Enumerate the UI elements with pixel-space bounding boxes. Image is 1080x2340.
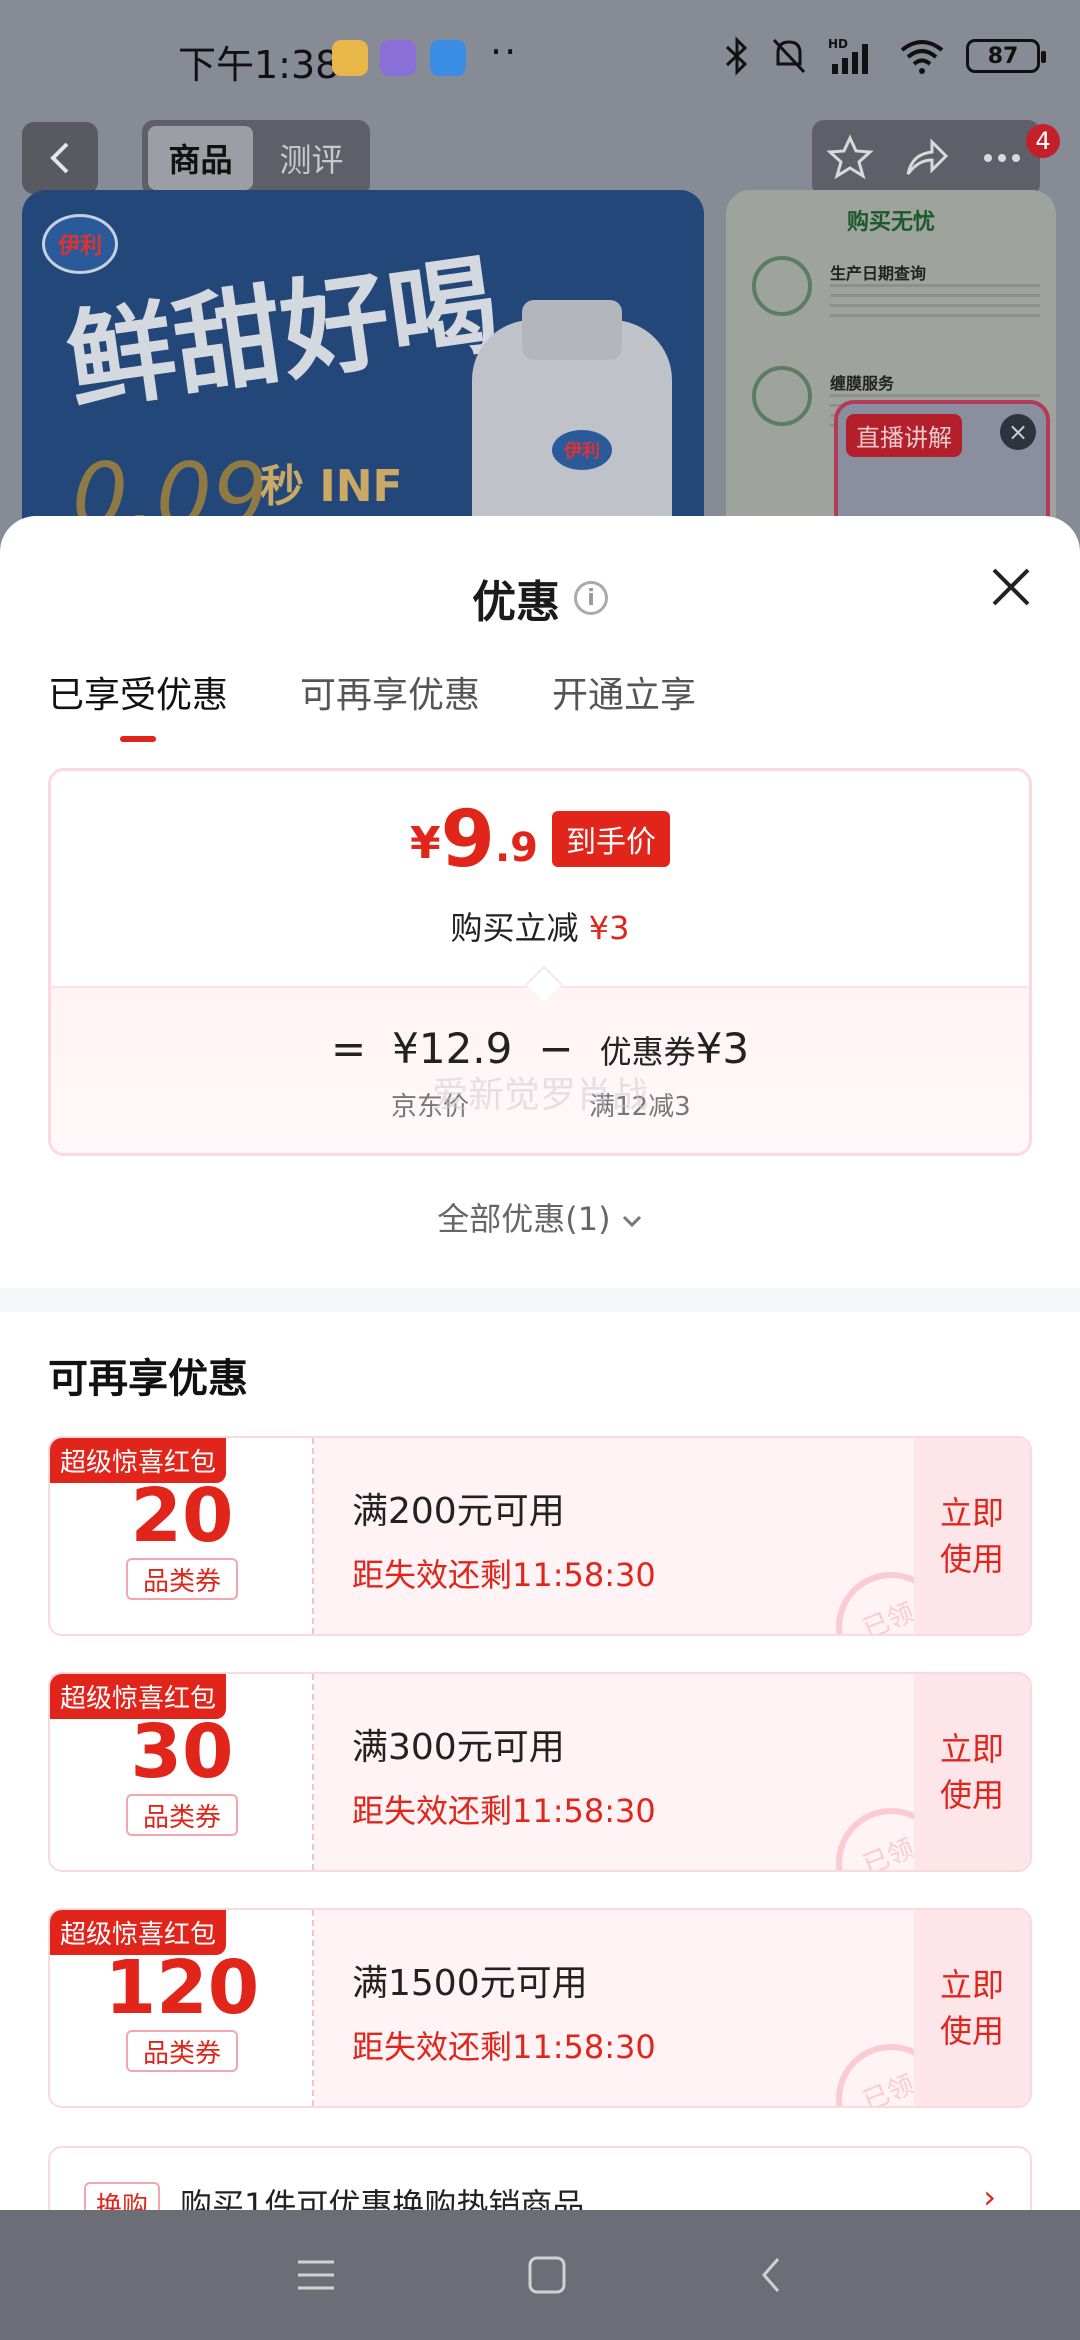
coupon-condition: 满1500元可用	[352, 1963, 588, 2004]
tab-more-discounts[interactable]: 可再享优惠	[300, 666, 480, 742]
coupon-card[interactable]: 超级惊喜红包 120 品类券 满1500元可用 距失效还剩11:58:30 已领…	[48, 1908, 1032, 2108]
coupon-value-panel: 超级惊喜红包 30 品类券	[50, 1674, 314, 1870]
all-offers-label: 全部优惠(1)	[437, 1200, 611, 1238]
back-icon[interactable]	[758, 2255, 784, 2295]
status-more-dots: ··	[490, 30, 519, 74]
use-now-label: 立即使用	[939, 1729, 1004, 1814]
service-item-title: 生产日期查询	[830, 264, 927, 283]
final-price: ¥ 9 .9 到手价	[51, 801, 1029, 879]
bottle-cap	[522, 300, 622, 360]
service-item: 生产日期查询	[752, 256, 1042, 346]
banner-slogan: 鲜甜好喝	[59, 241, 505, 427]
brand-logo: 伊利	[42, 214, 118, 274]
back-button[interactable]	[22, 122, 98, 194]
discount-sheet: 优惠 i 已享受优惠 可再享优惠 开通立享 ¥ 9 .9 到手价 购买立减 ¥3…	[0, 516, 1080, 2210]
service-item-desc	[830, 284, 1040, 320]
video-app-icon	[380, 40, 416, 76]
coupon-amount: 30	[130, 1709, 234, 1795]
tab-review[interactable]: 测评	[259, 126, 364, 190]
coupon-card[interactable]: 超级惊喜红包 20 品类券 满200元可用 距失效还剩11:58:30 已领 立…	[48, 1436, 1032, 1636]
use-now-button[interactable]: 立即使用	[914, 1674, 1030, 1870]
use-now-button[interactable]: 立即使用	[914, 1438, 1030, 1634]
coupon-condition: 满200元可用	[352, 1491, 565, 1532]
close-icon[interactable]	[990, 566, 1032, 608]
service-item-title: 缠膜服务	[830, 374, 895, 393]
chevron-right-icon: ›	[983, 2178, 996, 2210]
discount-amount: ¥3	[588, 909, 630, 947]
bottle-brand-logo: 伊利	[552, 430, 612, 470]
hd-signal-icon: HD	[828, 37, 868, 74]
coupon-card[interactable]: 超级惊喜红包 30 品类券 满300元可用 距失效还剩11:58:30 已领 立…	[48, 1672, 1032, 1872]
battery-icon: 87	[966, 39, 1046, 73]
price-currency: ¥	[410, 818, 441, 869]
price-summary: ¥ 9 .9 到手价 购买立减 ¥3	[51, 771, 1029, 986]
coupon-timer: 距失效还剩11:58:30	[352, 1556, 656, 1594]
message-badge: 4	[1026, 124, 1060, 158]
blue-app-icon	[430, 40, 466, 76]
system-nav-bar	[0, 2210, 1080, 2340]
more-icon[interactable]	[978, 134, 1026, 182]
live-tag: 直播讲解	[846, 414, 962, 457]
final-price-tag: 到手价	[551, 811, 670, 867]
share-icon[interactable]	[902, 134, 950, 182]
status-time: 下午1:38	[178, 43, 340, 87]
chevron-left-icon	[50, 142, 69, 174]
menu-icon[interactable]	[296, 2258, 336, 2292]
discount-label: 购买立减	[450, 909, 579, 947]
coupon-amount: 20	[130, 1473, 234, 1559]
final-price-card: ¥ 9 .9 到手价 购买立减 ¥3 = ¥12.9 − 优惠券¥3 京东价 满…	[48, 768, 1032, 1156]
coupon-timer: 距失效还剩11:58:30	[352, 2028, 656, 2066]
status-bar: 下午1:38 ·· HD 87	[0, 0, 1080, 120]
banner-inf: 秒 INF	[260, 461, 403, 512]
close-icon[interactable]: ×	[1000, 414, 1036, 450]
weibo-icon	[332, 40, 368, 76]
product-actions	[812, 120, 1040, 196]
coupon-type: 品类券	[126, 1558, 238, 1600]
coupon-type: 品类券	[126, 2030, 238, 2072]
price-breakdown: = ¥12.9 − 优惠券¥3 京东价 满12减3 爱新觉罗肖战	[51, 986, 1029, 1153]
watermark: 爱新觉罗肖战	[431, 1075, 648, 1116]
product-tabs: 商品 测评	[142, 120, 370, 196]
product-page-background: 下午1:38 ·· HD 87 商品 测评 4 伊利 鲜甜好喝 0.09 秒 I…	[0, 0, 1080, 560]
coupon-value-panel: 超级惊喜红包 20 品类券	[50, 1438, 314, 1634]
wifi-icon	[900, 40, 944, 74]
bluetooth-icon	[725, 36, 748, 76]
use-now-label: 立即使用	[939, 1493, 1004, 1578]
use-now-label: 立即使用	[939, 1965, 1004, 2050]
mute-bell-icon	[772, 38, 806, 74]
section-title: 可再享优惠	[48, 1356, 248, 1402]
heart-icon	[752, 366, 812, 426]
status-icons: HD 87	[724, 36, 1046, 76]
price-decimal: .9	[494, 825, 538, 871]
all-offers-toggle[interactable]: 全部优惠(1)	[0, 1194, 1080, 1240]
sheet-header: 优惠 i	[0, 566, 1080, 630]
leaf-icon	[752, 256, 812, 316]
coupon-type: 品类券	[126, 1794, 238, 1836]
tab-product[interactable]: 商品	[148, 126, 253, 190]
coupon-amount: 120	[104, 1945, 260, 2031]
tab-activate-discounts[interactable]: 开通立享	[552, 666, 696, 742]
exchange-offer-row[interactable]: 换购 购买1件可优惠换购热销商品 ›	[48, 2146, 1032, 2210]
sheet-title: 优惠	[472, 577, 560, 628]
instant-discount: 购买立减 ¥3	[51, 903, 1029, 949]
discount-tabs: 已享受优惠 可再享优惠 开通立享	[48, 666, 696, 742]
tab-enjoyed-discounts[interactable]: 已享受优惠	[48, 666, 228, 742]
service-title: 购买无忧	[846, 210, 935, 235]
home-icon[interactable]	[527, 2255, 567, 2295]
coupon-condition: 满300元可用	[352, 1727, 565, 1768]
chevron-down-icon	[622, 1215, 641, 1228]
svg-text:HD: HD	[828, 37, 848, 51]
product-banner[interactable]: 伊利 鲜甜好喝 0.09 秒 INF 伊利	[22, 190, 704, 560]
price-integer: 9	[440, 795, 495, 885]
star-icon[interactable]	[826, 134, 874, 182]
coupon-timer: 距失效还剩11:58:30	[352, 1792, 656, 1830]
use-now-button[interactable]: 立即使用	[914, 1910, 1030, 2106]
section-divider	[0, 1288, 1080, 1312]
exchange-tag: 换购	[84, 2182, 161, 2210]
coupon-value-panel: 超级惊喜红包 120 品类券	[50, 1910, 314, 2106]
info-icon[interactable]: i	[574, 581, 608, 615]
exchange-text: 购买1件可优惠换购热销商品	[180, 2186, 585, 2210]
